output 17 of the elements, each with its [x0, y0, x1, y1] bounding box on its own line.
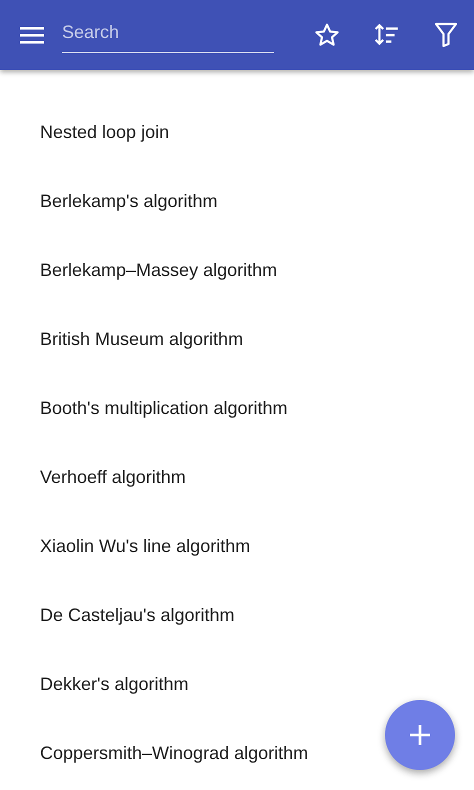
list-item[interactable]: Xiaolin Wu's line algorithm — [40, 536, 250, 556]
list-item[interactable]: De Casteljau's algorithm — [40, 605, 235, 625]
list-item[interactable]: Booth's multiplication algorithm — [40, 398, 288, 418]
search-field[interactable]: Search — [62, 17, 274, 53]
list-item[interactable]: Berlekamp–Massey algorithm — [40, 260, 278, 280]
plus-icon — [409, 724, 431, 746]
list-item[interactable]: Nested loop join — [40, 122, 170, 142]
list-item[interactable]: Berlekamp's algorithm — [40, 191, 218, 211]
star-icon[interactable] — [314, 22, 340, 48]
list-item[interactable]: Verhoeff algorithm — [40, 467, 186, 487]
list-item[interactable]: Dekker's algorithm — [40, 674, 188, 694]
menu-icon[interactable] — [20, 25, 46, 45]
add-button[interactable] — [385, 700, 455, 770]
filter-icon[interactable] — [434, 22, 458, 48]
sort-icon[interactable] — [374, 22, 400, 48]
list-item[interactable]: Coppersmith–Winograd algorithm — [40, 743, 308, 763]
list-item[interactable]: British Museum algorithm — [40, 329, 244, 349]
